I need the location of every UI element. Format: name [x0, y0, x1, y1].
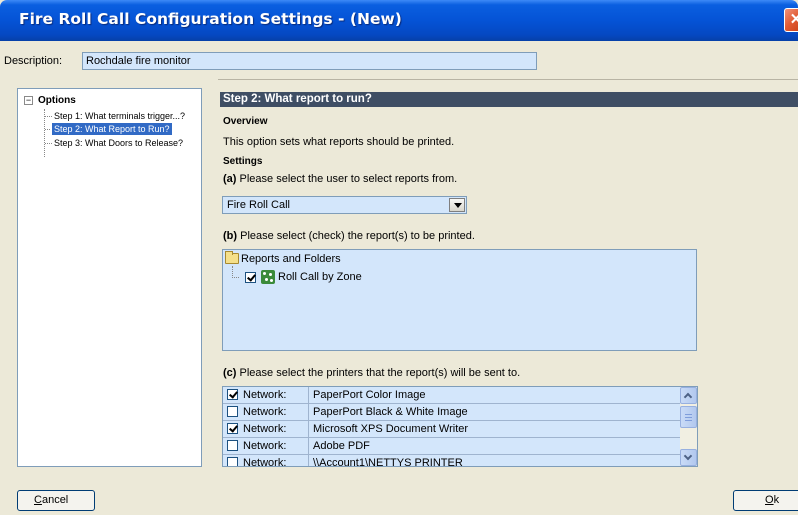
question-b: (b) Please select (check) the report(s) … — [223, 230, 475, 242]
printer-row[interactable]: Network: \\Account1\NETTYS PRINTER — [223, 455, 681, 467]
window-title: Fire Roll Call Configuration Settings - … — [19, 10, 402, 28]
column-separator — [308, 438, 309, 455]
cancel-button[interactable]: Cancel — [17, 490, 95, 511]
printer-name: \\Account1\NETTYS PRINTER — [313, 457, 463, 467]
folder-icon — [225, 251, 239, 264]
cancel-label: ancel — [41, 494, 69, 506]
tree-item-step-1[interactable]: Step 1: What terminals trigger...? — [52, 110, 187, 122]
question-c: (c) Please select the printers that the … — [223, 367, 520, 379]
description-bar: Description: Rochdale fire monitor — [0, 41, 798, 75]
printer-row[interactable]: Network: PaperPort Black & White Image — [223, 404, 681, 421]
reports-tree: Reports and Folders Roll Call by Zone — [222, 249, 697, 351]
chevron-down-icon — [683, 451, 693, 461]
overview-heading: Overview — [223, 116, 268, 127]
printers-list: Network: PaperPort Color Image Network: … — [222, 386, 698, 467]
step-title: Step 2: What report to run? — [220, 92, 798, 107]
close-icon[interactable]: ✕ — [784, 8, 798, 32]
description-input[interactable]: Rochdale fire monitor — [82, 52, 537, 70]
options-tree: − Options Step 1: What terminals trigger… — [17, 88, 202, 467]
report-checkbox[interactable] — [245, 272, 256, 283]
ok-button[interactable]: Ok — [733, 490, 798, 511]
tree-root-label: Options — [38, 95, 76, 106]
printer-type: Network: — [243, 440, 287, 452]
chevron-up-icon — [683, 392, 693, 402]
printer-checkbox[interactable] — [227, 423, 238, 434]
overview-text: This option sets what reports should be … — [223, 136, 455, 148]
chevron-down-icon — [454, 203, 462, 208]
question-c-text: Please select the printers that the repo… — [239, 367, 521, 379]
scroll-down-button[interactable] — [680, 449, 697, 466]
tree-connector — [232, 277, 239, 278]
printer-name: PaperPort Black & White Image — [313, 406, 468, 418]
question-a-text: Please select the user to select reports… — [239, 173, 458, 185]
question-a-prefix: (a) — [223, 173, 237, 185]
divider — [218, 79, 798, 80]
title-bar[interactable]: Fire Roll Call Configuration Settings - … — [0, 0, 798, 41]
collapse-icon[interactable]: − — [24, 96, 33, 105]
printer-name: Microsoft XPS Document Writer — [313, 423, 469, 435]
question-b-text: Please select (check) the report(s) to b… — [240, 230, 475, 242]
tree-connector — [45, 129, 52, 130]
scroll-thumb[interactable] — [680, 406, 697, 428]
user-select-value: Fire Roll Call — [227, 199, 290, 211]
scroll-up-button[interactable] — [680, 387, 697, 404]
cancel-mnemonic: C — [34, 494, 42, 506]
printer-type: Network: — [243, 406, 287, 418]
printer-type: Network: — [243, 457, 287, 467]
column-separator — [308, 421, 309, 438]
question-b-prefix: (b) — [223, 230, 238, 242]
dropdown-button[interactable] — [449, 198, 465, 212]
printer-checkbox[interactable] — [227, 457, 238, 466]
ok-label: k — [773, 494, 780, 506]
report-icon — [261, 270, 275, 284]
column-separator — [308, 455, 309, 466]
printer-row[interactable]: Network: PaperPort Color Image — [223, 387, 681, 404]
description-label: Description: — [4, 55, 63, 67]
settings-heading: Settings — [223, 156, 263, 167]
ok-mnemonic: O — [765, 494, 774, 506]
printer-name: Adobe PDF — [313, 440, 370, 452]
printer-checkbox[interactable] — [227, 406, 238, 417]
printer-name: PaperPort Color Image — [313, 389, 426, 401]
tree-connector — [45, 116, 52, 117]
printer-type: Network: — [243, 423, 287, 435]
tree-item-step-3[interactable]: Step 3: What Doors to Release? — [52, 137, 185, 149]
reports-folder-label: Reports and Folders — [241, 253, 341, 265]
printer-row[interactable]: Network: Adobe PDF — [223, 438, 681, 455]
column-separator — [308, 404, 309, 421]
user-select[interactable]: Fire Roll Call — [222, 196, 467, 214]
printer-type: Network: — [243, 389, 287, 401]
column-separator — [308, 387, 309, 404]
step-content: Step 2: What report to run? Overview Thi… — [220, 88, 798, 467]
printer-checkbox[interactable] — [227, 389, 238, 400]
report-item-label[interactable]: Roll Call by Zone — [278, 271, 362, 283]
config-window: Fire Roll Call Configuration Settings - … — [0, 0, 798, 515]
question-c-prefix: (c) — [223, 367, 237, 379]
tree-item-step-2[interactable]: Step 2: What Report to Run? — [51, 122, 173, 136]
printer-checkbox[interactable] — [227, 440, 238, 451]
question-a: (a) Please select the user to select rep… — [223, 173, 457, 185]
printer-row[interactable]: Network: Microsoft XPS Document Writer — [223, 421, 681, 438]
printers-scrollbar[interactable] — [680, 387, 697, 466]
tree-connector — [45, 143, 52, 144]
